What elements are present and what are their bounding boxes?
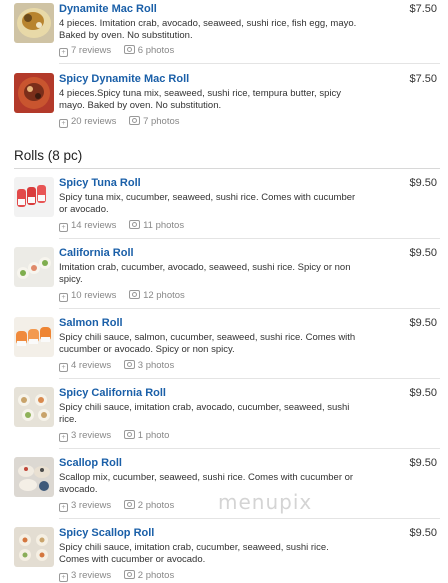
photos-link[interactable]: 2 photos [123,570,174,581]
item-name-link[interactable]: Spicy California Roll [59,387,166,399]
item-name-link[interactable]: Spicy Tuna Roll [59,177,141,189]
item-description: Spicy chili sauce, imitation crab, cucum… [59,542,329,565]
reviews-link[interactable]: +10 reviews [59,290,116,302]
review-icon: + [59,119,68,128]
divider [59,63,440,64]
item-price: $9.50 [409,527,437,539]
item-price: $9.50 [409,177,437,189]
reviews-link[interactable]: +7 reviews [59,45,111,57]
sushi-roll-photo[interactable] [14,527,54,567]
review-icon: + [59,503,68,512]
item-price: $7.50 [409,3,437,15]
item-meta: +4 reviews 3 photos [59,360,184,372]
watermark: menupix [218,490,313,514]
item-description: Spicy tuna mix, cucumber, seaweed, sushi… [59,192,356,215]
photos-link[interactable]: 12 photos [129,290,185,301]
item-name-link[interactable]: California Roll [59,247,134,259]
review-icon: + [59,433,68,442]
review-icon: + [59,293,68,302]
item-name-link[interactable]: Spicy Scallop Roll [59,527,154,539]
item-meta: +3 reviews 2 photos [59,500,184,512]
review-icon: + [59,363,68,372]
divider [59,238,440,239]
sushi-roll-photo[interactable] [14,177,54,217]
item-meta: +10 reviews 12 photos [59,290,195,302]
sushi-roll-photo[interactable] [14,317,54,357]
baked-roll-photo[interactable] [14,73,54,113]
camera-icon [123,360,135,369]
item-meta: +14 reviews 11 photos [59,220,194,232]
divider [59,518,440,519]
item-price: $9.50 [409,247,437,259]
section-title: Rolls (8 pc) [14,148,83,163]
item-description: Scallop mix, cucumber, seaweed, sushi ri… [59,472,354,495]
camera-icon [123,45,135,54]
photos-link[interactable]: 2 photos [123,500,174,511]
sushi-roll-photo[interactable] [14,247,54,287]
camera-icon [123,570,135,579]
item-price: $9.50 [409,457,437,469]
item-description: Spicy chili sauce, salmon, cucumber, sea… [59,332,356,355]
photos-link[interactable]: 6 photos [123,45,174,56]
divider [59,448,440,449]
item-meta: +3 reviews 2 photos [59,570,184,582]
item-description: Imitation crab, cucumber, avocado, seawe… [59,262,351,285]
camera-icon [129,290,141,299]
item-name-link[interactable]: Dynamite Mac Roll [59,3,157,15]
item-meta: +20 reviews 7 photos [59,116,190,128]
reviews-link[interactable]: +20 reviews [59,116,116,128]
item-meta: +3 reviews 1 photo [59,430,179,442]
photos-link[interactable]: 1 photo [123,430,169,441]
item-meta: +7 reviews 6 photos [59,45,184,57]
item-description: 4 pieces.Spicy tuna mix, seaweed, sushi … [59,88,341,111]
reviews-link[interactable]: +14 reviews [59,220,116,232]
sushi-roll-photo[interactable] [14,387,54,427]
section-divider [14,168,440,169]
item-description: 4 pieces. Imitation crab, avocado, seawe… [59,18,357,41]
photos-link[interactable]: 7 photos [129,116,180,127]
reviews-link[interactable]: +3 reviews [59,570,111,582]
camera-icon [129,116,141,125]
reviews-link[interactable]: +4 reviews [59,360,111,372]
review-icon: + [59,48,68,57]
review-icon: + [59,223,68,232]
reviews-link[interactable]: +3 reviews [59,430,111,442]
item-description: Spicy chili sauce, imitation crab, avoca… [59,402,350,425]
sushi-roll-photo[interactable] [14,457,54,497]
photos-link[interactable]: 11 photos [129,220,184,231]
camera-icon [123,500,135,509]
item-name-link[interactable]: Scallop Roll [59,457,122,469]
photos-link[interactable]: 3 photos [123,360,174,371]
item-price: $9.50 [409,387,437,399]
item-price: $9.50 [409,317,437,329]
review-icon: + [59,573,68,582]
divider [59,308,440,309]
item-price: $7.50 [409,73,437,85]
baked-roll-photo[interactable] [14,3,54,43]
camera-icon [129,220,141,229]
camera-icon [123,430,135,439]
item-name-link[interactable]: Salmon Roll [59,317,123,329]
divider [59,378,440,379]
item-name-link[interactable]: Spicy Dynamite Mac Roll [59,73,189,85]
reviews-link[interactable]: +3 reviews [59,500,111,512]
